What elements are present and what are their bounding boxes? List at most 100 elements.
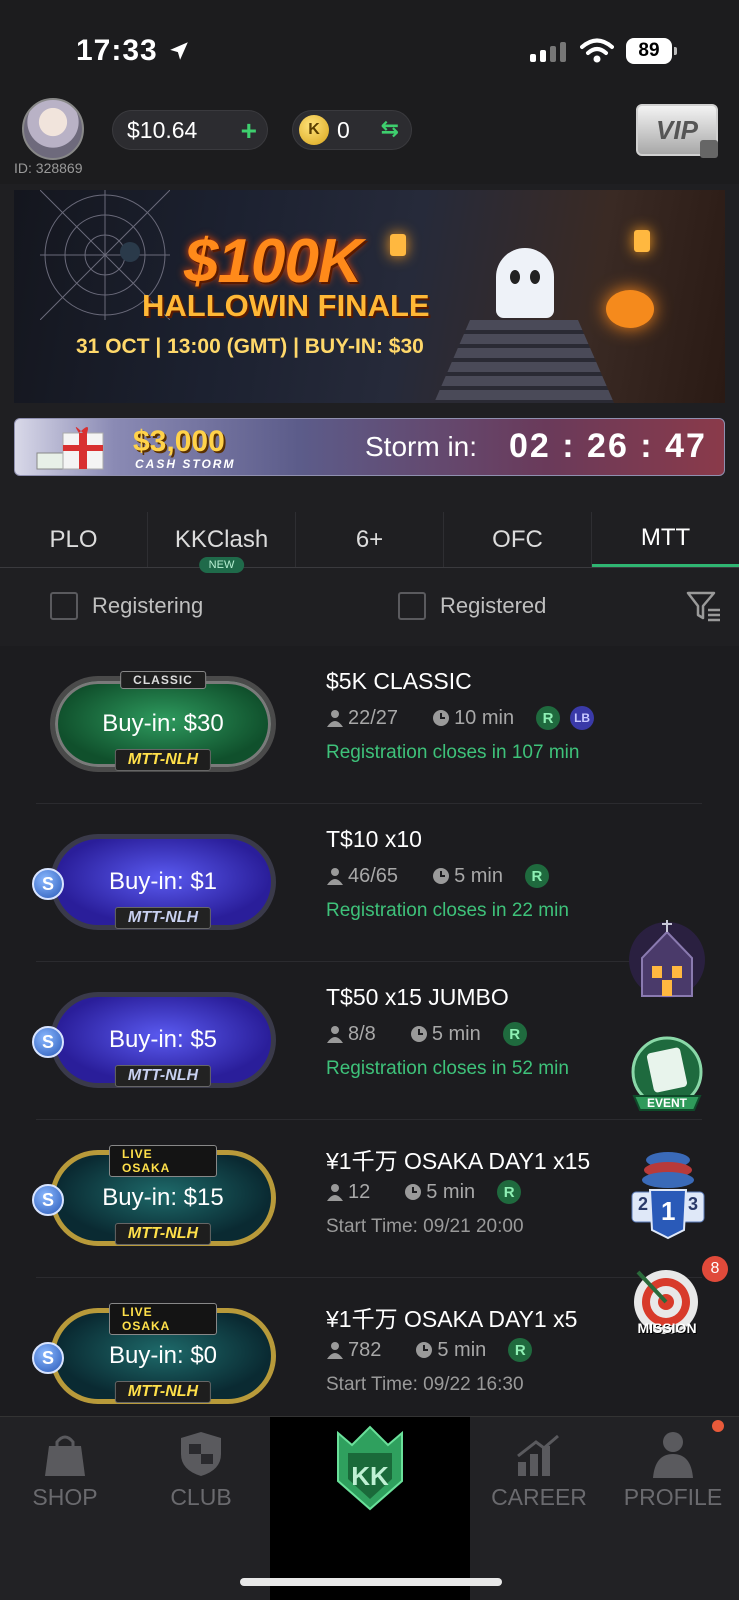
cash-balance: $10.64: [127, 116, 198, 143]
nav-profile-label: PROFILE: [623, 1484, 723, 1510]
notification-dot: [712, 1420, 724, 1432]
player-icon: [327, 1342, 343, 1359]
nav-shop-label: SHOP: [32, 1484, 98, 1510]
rebuy-badge: R: [502, 1022, 527, 1046]
stairs-graphic: [434, 320, 614, 403]
tournament-row[interactable]: CLASSIC Buy-in: $30 MTT-NLH $5K CLASSIC …: [36, 646, 702, 804]
registered-checkbox[interactable]: [398, 592, 426, 620]
coin-balance-pill[interactable]: K 0 ⇆: [292, 110, 412, 150]
level-duration: 5 min: [431, 1022, 481, 1045]
cash-storm-banner[interactable]: $3,000 CASH STORM Storm in: 02 : 26 : 47: [14, 418, 725, 476]
home-indicator[interactable]: [240, 1578, 502, 1586]
tab-kkclash[interactable]: KKClash NEW: [148, 512, 296, 573]
tournament-name: ¥1千万 OSAKA DAY1 x5: [326, 1306, 578, 1332]
halloween-promo-banner[interactable]: $100K HALLOWIN FINALE 31 OCT | 13:00 (GM…: [14, 190, 725, 403]
avatar[interactable]: [22, 98, 84, 160]
tab-ofc[interactable]: OFC: [444, 512, 592, 567]
wifi-icon: [580, 38, 614, 63]
new-badge: NEW: [198, 557, 245, 573]
kk-logo-text: KK: [351, 1461, 389, 1491]
tournament-meta: 22/27 10 min R LB: [326, 706, 595, 730]
kk-logo-icon: KK: [337, 1425, 403, 1511]
tab-6plus[interactable]: 6+: [296, 512, 444, 567]
clock-icon: [416, 1342, 433, 1358]
nav-club[interactable]: CLUB: [136, 1417, 266, 1537]
nav-home[interactable]: KK: [270, 1417, 470, 1600]
registering-checkbox[interactable]: [50, 592, 78, 620]
live-osaka-tag: LIVE OSAKA: [109, 1145, 217, 1177]
top-header: ID: 328869 $10.64 + K 0 ⇆ VIP: [0, 96, 739, 184]
buyin-table-badge: Buy-in: $1 MTT-NLH: [50, 834, 276, 930]
mission-count-badge: 8: [702, 1256, 728, 1282]
bottom-navigation: SHOP CLUB KK CAREER PROFILE: [0, 1416, 739, 1600]
exchange-icon[interactable]: ⇆: [381, 116, 399, 142]
storm-in-label: Storm in:: [365, 431, 478, 462]
nav-profile[interactable]: PROFILE: [608, 1417, 738, 1537]
buyin-label: Buy-in: $15: [102, 1184, 224, 1211]
buyin-table-badge: Buy-in: $5 MTT-NLH: [50, 992, 276, 1088]
registration-status: Registration closes in 107 min: [326, 742, 580, 763]
live-osaka-tag: LIVE OSAKA: [109, 1303, 217, 1335]
haunted-house-icon[interactable]: [628, 916, 706, 1000]
rank-second: 2: [638, 1194, 649, 1214]
lantern-icon: [390, 234, 406, 256]
registering-label: Registering: [92, 593, 204, 618]
tournament-row[interactable]: S Buy-in: $1 MTT-NLH T$10 x10 46/65 5 mi…: [32, 804, 702, 962]
banner-subtitle: 31 OCT | 13:00 (GMT) | BUY-IN: $30: [76, 335, 424, 358]
game-type-tag: MTT-NLH: [114, 749, 212, 771]
buyin-label: Buy-in: $0: [108, 1342, 218, 1369]
level-duration: 5 min: [426, 1180, 476, 1203]
s-coin-icon: S: [32, 1184, 64, 1216]
player-count: 8/8: [348, 1022, 376, 1045]
buyin-table-badge: LIVE OSAKA Buy-in: $15 MTT-NLH: [50, 1145, 276, 1246]
player-count: 22/27: [348, 706, 399, 729]
banner-prize: $100K: [184, 227, 363, 296]
tournament-meta: 46/65 5 min R: [326, 864, 549, 888]
tournament-meta: 12 5 min R: [326, 1180, 522, 1204]
game-type-tag: MTT-NLH: [114, 1065, 212, 1087]
event-button[interactable]: EVENT: [626, 1034, 708, 1116]
buyin-table-badge: LIVE OSAKA Buy-in: $0 MTT-NLH: [50, 1303, 276, 1404]
game-type-tag: MTT-NLH: [114, 907, 212, 929]
event-label: EVENT: [646, 1096, 687, 1110]
tab-mtt[interactable]: MTT: [592, 512, 739, 567]
player-count: 12: [348, 1180, 371, 1203]
tournament-row[interactable]: S Buy-in: $5 MTT-NLH T$50 x15 JUMBO 8/8 …: [32, 962, 702, 1120]
classic-tag: CLASSIC: [120, 671, 206, 689]
location-arrow-icon: [170, 42, 188, 60]
status-bar: 17:33 89: [0, 0, 739, 96]
nav-career[interactable]: CAREER: [474, 1417, 604, 1537]
clock-icon: [433, 868, 450, 884]
cellular-signal-icon: [530, 40, 566, 62]
game-type-tabs: PLO KKClash NEW 6+ OFC MTT: [0, 512, 739, 573]
k-coin-icon: K: [299, 115, 329, 145]
mission-button[interactable]: MISSION: [626, 1262, 710, 1348]
registered-filter[interactable]: Registered: [398, 592, 546, 620]
add-funds-icon[interactable]: +: [241, 115, 257, 147]
shopping-bag-icon: [45, 1435, 85, 1476]
player-icon: [327, 1184, 343, 1201]
tournament-row[interactable]: S LIVE OSAKA Buy-in: $15 MTT-NLH ¥1千万 OS…: [32, 1120, 702, 1278]
player-count: 46/65: [348, 864, 399, 887]
tournament-name: $5K CLASSIC: [326, 668, 472, 694]
storm-amount: $3,000: [133, 425, 225, 458]
nav-career-label: CAREER: [491, 1484, 587, 1510]
game-type-tag: MTT-NLH: [114, 1223, 212, 1245]
cash-balance-pill[interactable]: $10.64 +: [112, 110, 268, 150]
storm-countdown: 02 : 26 : 47: [509, 427, 707, 465]
storm-label: CASH STORM: [135, 457, 236, 471]
tournament-row[interactable]: S LIVE OSAKA Buy-in: $0 MTT-NLH ¥1千万 OSA…: [32, 1278, 702, 1436]
tournament-name: ¥1千万 OSAKA DAY1 x15: [326, 1148, 591, 1174]
player-icon: [327, 710, 343, 727]
rebuy-badge: R: [508, 1338, 533, 1362]
tab-plo[interactable]: PLO: [0, 512, 148, 567]
user-profile-icon: [653, 1432, 693, 1478]
nav-shop[interactable]: SHOP: [0, 1417, 130, 1537]
banner-title: HALLOWIN FINALE: [142, 288, 430, 323]
tournament-name: T$10 x10: [326, 826, 422, 852]
rebuy-badge: R: [497, 1180, 522, 1204]
leaderboard-button[interactable]: 2 1 3: [628, 1146, 708, 1242]
ghost-icon: [496, 248, 554, 318]
registering-filter[interactable]: Registering: [50, 592, 203, 620]
filter-icon[interactable]: [686, 590, 722, 624]
